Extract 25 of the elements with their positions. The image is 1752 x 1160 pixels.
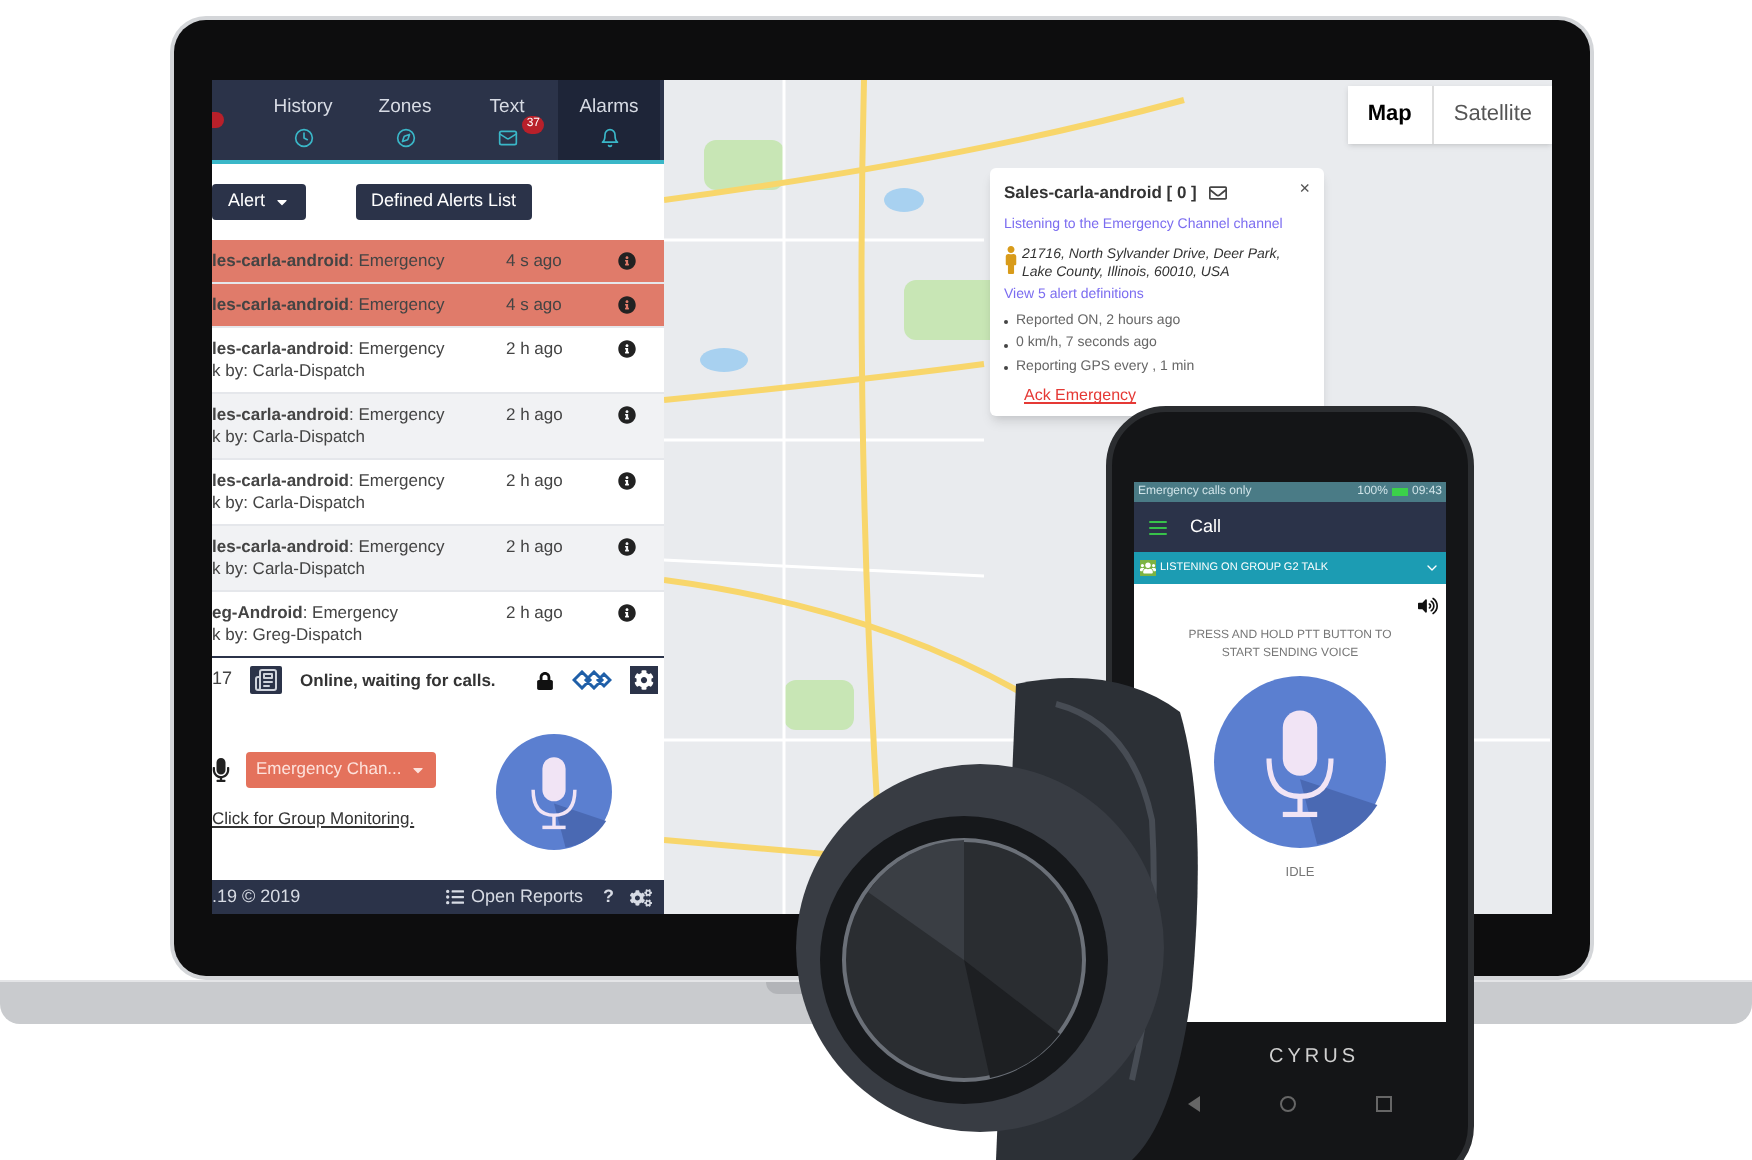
app-title: Call	[1190, 513, 1222, 540]
alert-time: 2 h ago	[506, 470, 565, 494]
ack-text: k by: Carla-Dispatch	[212, 426, 368, 448]
status-text: Online, waiting for calls.	[300, 667, 498, 693]
alert-time: 2 h ago	[506, 404, 565, 428]
alert-time: 2 h ago	[506, 602, 565, 626]
phone-brand: CYRUS	[1268, 1044, 1359, 1072]
ack-text: k by: Carla-Dispatch	[212, 558, 368, 580]
alert-text: les-carla-android: Emergency	[212, 294, 447, 316]
alert-time: 4 s ago	[506, 250, 564, 272]
alert-text: les-carla-android: Emergency	[212, 338, 447, 360]
alert-text: les-carla-android: Emergency	[212, 404, 447, 426]
popup-title: Sales-carla-android [ 0 ]	[1004, 180, 1197, 206]
ack-text: k by: Carla-Dispatch	[212, 492, 368, 514]
alert-text: les-carla-android: Emergency	[212, 470, 447, 492]
alert-time: 2 h ago	[506, 536, 565, 560]
ack-text: k by: Carla-Dispatch	[212, 360, 368, 382]
version-text: .19 © 2019	[212, 883, 303, 910]
ack-text: k by: Greg-Dispatch	[212, 624, 365, 646]
alert-text: eg-Android: Emergency	[212, 602, 401, 624]
alert-text: les-carla-android: Emergency	[212, 536, 447, 558]
alert-time: 4 s ago	[506, 294, 564, 316]
alert-time: 2 h ago	[506, 338, 565, 362]
count-text: 17	[212, 666, 233, 693]
alert-text: les-carla-android: Emergency	[212, 250, 447, 272]
